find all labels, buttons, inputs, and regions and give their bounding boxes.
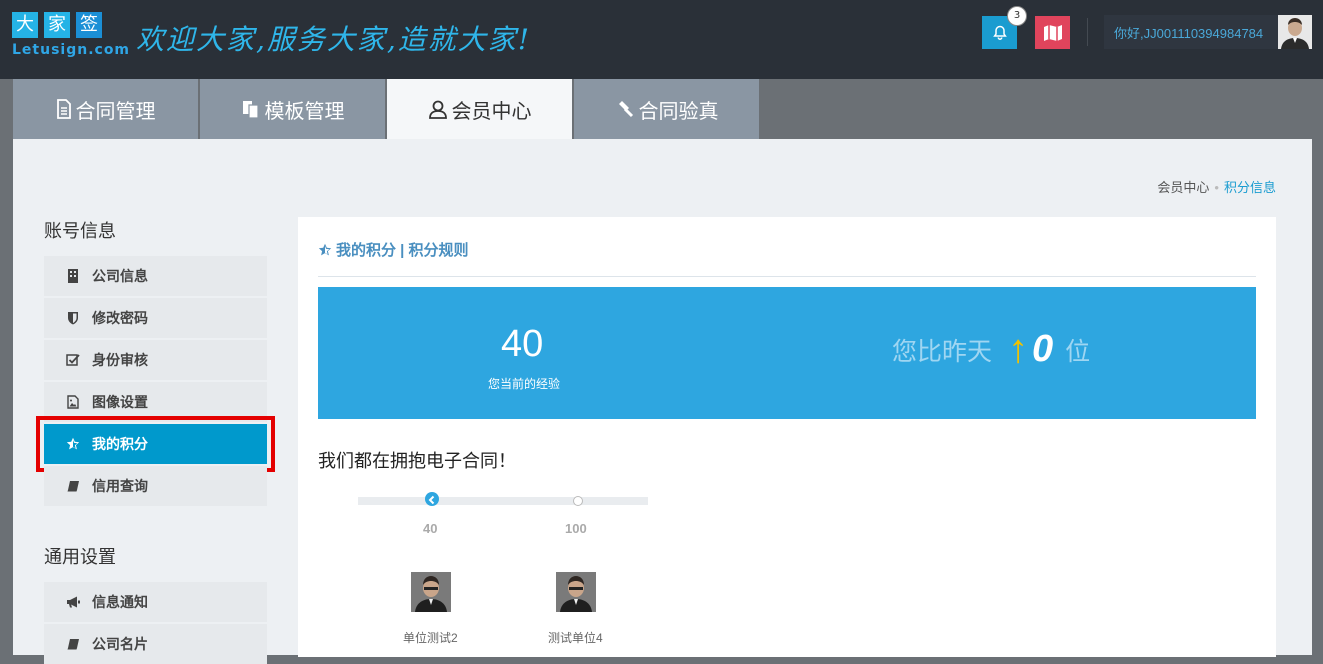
copy-icon: [242, 101, 259, 119]
sidebar-item-label: 信用查询: [92, 478, 148, 494]
header-divider: [1087, 18, 1088, 46]
points-panel: 我的积分 | 积分规则 40 您当前的经验 您比昨天 ↑ 0 位 我们都在拥抱电…: [298, 217, 1276, 657]
content-area: 会员中心 • 积分信息 账号信息 公司信息 修改密码 身份审核 图像设置 我的积分 …: [13, 139, 1312, 664]
member-avatar[interactable]: [556, 572, 596, 612]
sidebar-item-notifications[interactable]: 信息通知: [44, 582, 267, 622]
tab-member-center[interactable]: 会员中心: [387, 79, 572, 139]
tab-label: 会员中心: [451, 100, 532, 123]
breadcrumb: 会员中心 • 积分信息: [1157, 177, 1276, 196]
sidebar-item-label: 身份审核: [92, 352, 148, 368]
sidebar-item-label: 图像设置: [92, 394, 148, 410]
logo-char-3: 签: [76, 12, 102, 38]
points-stat-banner: 40 您当前的经验 您比昨天 ↑ 0 位: [318, 287, 1256, 419]
current-level-marker: [425, 492, 439, 506]
rank-suffix: 位: [1065, 337, 1091, 366]
check-square-icon: [66, 354, 80, 366]
notification-badge: 3: [1007, 6, 1027, 26]
member-name: 单位测试2: [403, 631, 458, 645]
breadcrumb-separator: •: [1214, 180, 1219, 195]
image-icon: [67, 395, 79, 409]
user-icon: [428, 100, 447, 119]
sidebar-item-label: 信息通知: [92, 594, 148, 610]
sidebar-item-business-card[interactable]: 公司名片: [44, 624, 267, 664]
breadcrumb-parent[interactable]: 会员中心: [1157, 180, 1209, 195]
avatar[interactable]: [1278, 15, 1312, 49]
sidebar-item-label: 公司信息: [92, 268, 148, 284]
sidebar-item-change-password[interactable]: 修改密码: [44, 298, 267, 338]
sidebar-item-label: 修改密码: [92, 310, 148, 326]
breadcrumb-current: 积分信息: [1223, 180, 1276, 195]
star-icon: [66, 437, 80, 450]
logo-char-1: 大: [12, 12, 38, 38]
building-icon: [68, 269, 78, 283]
tab-contract-management[interactable]: 合同管理: [13, 79, 198, 139]
rank-prefix: 您比昨天: [892, 337, 993, 366]
logo[interactable]: 大 家 签 Letusign.com: [12, 12, 130, 58]
level-value-current: 40: [423, 521, 438, 536]
sidebar-item-my-points[interactable]: 我的积分: [36, 416, 275, 472]
sidebar-item-identity-review[interactable]: 身份审核: [44, 340, 267, 380]
points-title: 我的积分 | 积分规则: [318, 239, 469, 260]
tab-label: 合同验真: [638, 100, 719, 123]
tab-label: 模板管理: [264, 100, 345, 123]
sidebar-item-image-settings[interactable]: 图像设置: [44, 382, 267, 422]
tab-label: 合同管理: [75, 100, 156, 123]
shield-icon: [68, 312, 78, 325]
logo-char-2: 家: [44, 12, 70, 38]
sidebar-item-label: 我的积分: [92, 436, 148, 452]
level-progress-track: [358, 497, 648, 505]
document-icon: [56, 99, 71, 119]
header-slogan: 欢迎大家,服务大家,造就大家!: [136, 23, 532, 56]
top-bar: 大 家 签 Letusign.com 欢迎大家,服务大家,造就大家! 3 你好,…: [0, 0, 1323, 79]
map-icon: [1043, 24, 1062, 41]
sidebar-item-company-info[interactable]: 公司信息: [44, 256, 267, 296]
gavel-icon: [618, 101, 633, 118]
user-greeting: 你好,JJ001110394984784: [1114, 25, 1264, 41]
sidebar-item-label: 公司名片: [92, 636, 148, 652]
sidebar-heading-account: 账号信息: [44, 221, 116, 241]
tab-template-management[interactable]: 模板管理: [200, 79, 385, 139]
rank-change: 您比昨天 ↑ 0 位: [892, 327, 1090, 372]
level-value-next: 100: [565, 521, 587, 536]
bullhorn-icon: [67, 596, 80, 608]
book-icon: [67, 481, 79, 492]
sidebar-item-credit-inquiry[interactable]: 信用查询: [44, 466, 267, 506]
chevron-left-icon: [428, 495, 435, 505]
tab-contract-verification[interactable]: 合同验真: [574, 79, 759, 139]
member-name: 测试单位4: [548, 631, 603, 645]
map-button[interactable]: [1035, 16, 1070, 49]
embrace-slogan: 我们都在拥抱电子合同！: [318, 451, 516, 471]
main-tabs: 合同管理 模板管理 会员中心 合同验真: [13, 79, 761, 139]
book-icon: [67, 639, 79, 650]
points-title-text[interactable]: 我的积分 | 积分规则: [336, 239, 469, 260]
bell-icon: [992, 25, 1007, 40]
logo-domain: Letusign.com: [12, 42, 131, 58]
current-score: 40: [501, 323, 544, 365]
user-menu[interactable]: 你好,JJ001110394984784: [1104, 15, 1312, 49]
sidebar-heading-general: 通用设置: [44, 547, 116, 567]
arrow-up-icon: ↑: [1008, 327, 1029, 371]
star-icon: [318, 243, 332, 255]
current-score-caption: 您当前的经验: [488, 377, 561, 391]
rank-value: 0: [1032, 328, 1054, 370]
next-level-marker: [573, 496, 583, 506]
member-avatar[interactable]: [411, 572, 451, 612]
title-divider: [318, 276, 1256, 277]
